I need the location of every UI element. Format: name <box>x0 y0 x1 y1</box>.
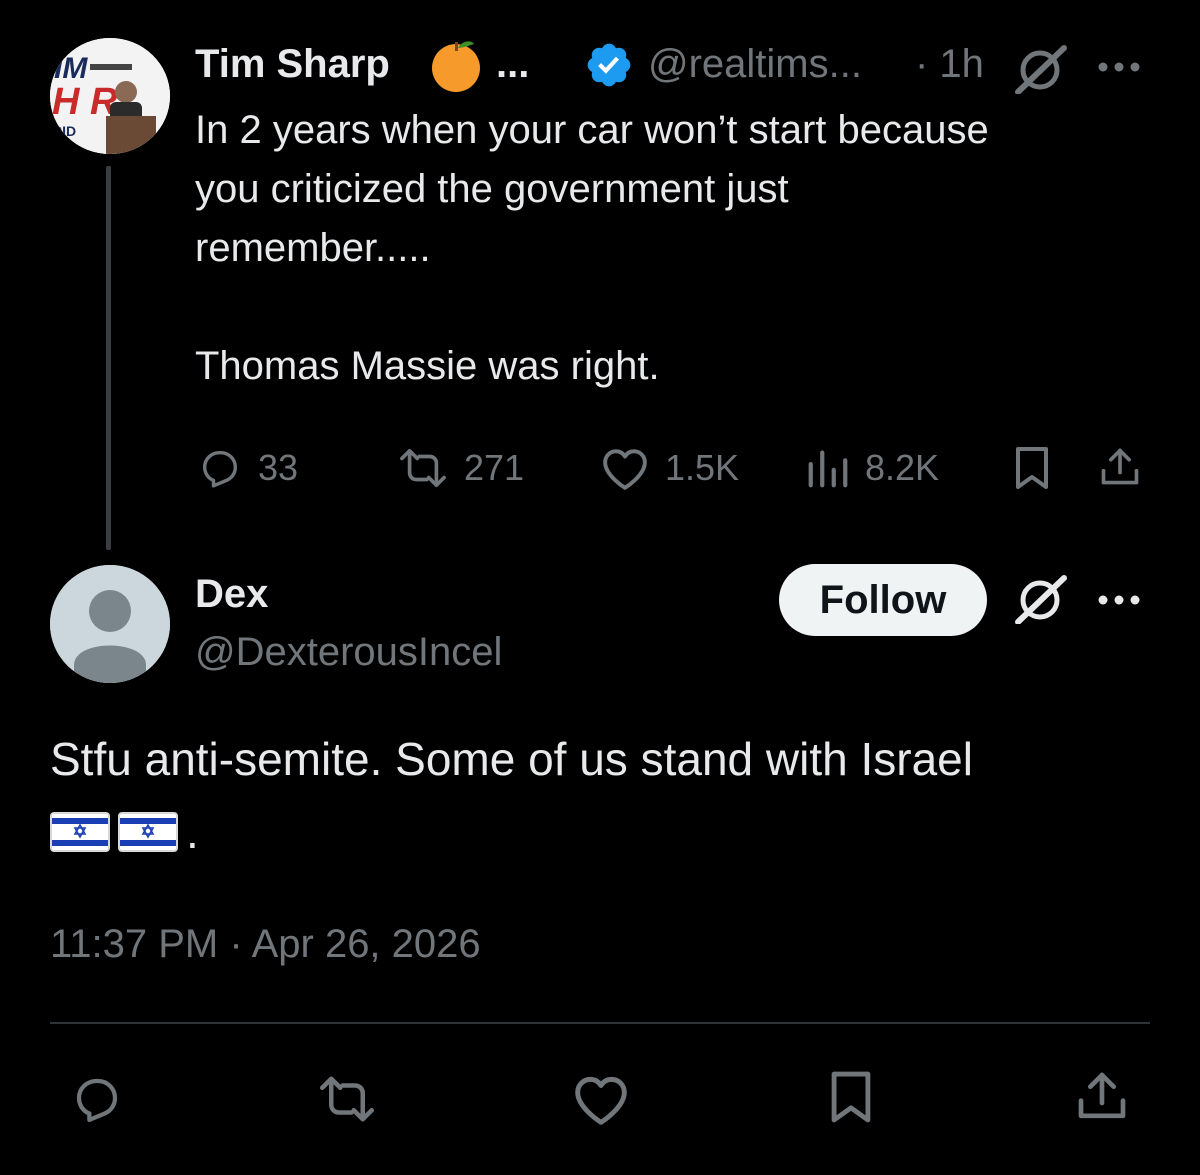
share-button[interactable] <box>1074 1068 1130 1124</box>
views-count: 8.2K <box>865 447 940 488</box>
share-icon <box>1074 1068 1130 1124</box>
parent-handle[interactable]: @realtims... <box>648 42 862 87</box>
parent-more-icon[interactable] <box>1094 60 1144 74</box>
views-icon <box>805 445 851 491</box>
like-action[interactable]: 1.5K <box>599 445 739 491</box>
repost-count: 271 <box>464 447 525 488</box>
thread-line <box>106 166 111 550</box>
israel-flag-icon <box>118 812 178 852</box>
heart-icon <box>570 1072 632 1126</box>
divider <box>50 1022 1150 1024</box>
reply-action[interactable]: 33 <box>196 445 298 491</box>
verified-badge-icon <box>584 40 634 90</box>
svg-text:RID: RID <box>52 123 76 139</box>
like-count: 1.5K <box>665 447 740 488</box>
name-ellipsis: ... <box>496 42 530 86</box>
reply-avatar[interactable] <box>50 565 170 683</box>
israel-flag-icon <box>50 812 110 852</box>
parent-tweet-text: In 2 years when your car won’t start bec… <box>195 108 989 388</box>
reply-icon <box>196 445 244 491</box>
reply-text-tail: . <box>186 806 199 858</box>
repost-button[interactable] <box>314 1072 380 1126</box>
like-button[interactable] <box>570 1072 632 1126</box>
parent-display-name[interactable]: Tim Sharp <box>195 42 390 87</box>
reply-button[interactable] <box>68 1072 126 1126</box>
parent-time[interactable]: · 1h <box>915 42 984 87</box>
grok-icon[interactable] <box>1012 574 1072 624</box>
reply-text-flags: . <box>50 806 199 858</box>
share-icon[interactable] <box>1098 444 1142 490</box>
bookmark-button[interactable] <box>826 1068 876 1126</box>
views-action[interactable]: 8.2K <box>805 445 939 491</box>
grok-icon[interactable] <box>1012 44 1072 94</box>
orange-icon <box>428 40 484 94</box>
parent-avatar[interactable]: IM H R RID <box>50 38 170 154</box>
reply-display-name[interactable]: Dex <box>195 572 268 617</box>
follow-button[interactable]: Follow <box>779 564 987 636</box>
reply-count: 33 <box>258 447 299 488</box>
reply-handle[interactable]: @DexterousIncel <box>195 630 502 675</box>
reply-more-icon[interactable] <box>1094 593 1144 607</box>
repost-icon <box>396 445 450 491</box>
bookmark-icon <box>826 1068 876 1126</box>
reply-timestamp[interactable]: 11:37 PM · Apr 26, 2026 <box>50 922 481 967</box>
reply-text-line: Stfu anti-semite. Some of us stand with … <box>50 733 973 785</box>
reply-icon <box>68 1072 126 1126</box>
repost-icon <box>314 1072 380 1126</box>
repost-action[interactable]: 271 <box>396 445 524 491</box>
bookmark-icon[interactable] <box>1010 444 1054 492</box>
heart-icon <box>599 445 651 491</box>
